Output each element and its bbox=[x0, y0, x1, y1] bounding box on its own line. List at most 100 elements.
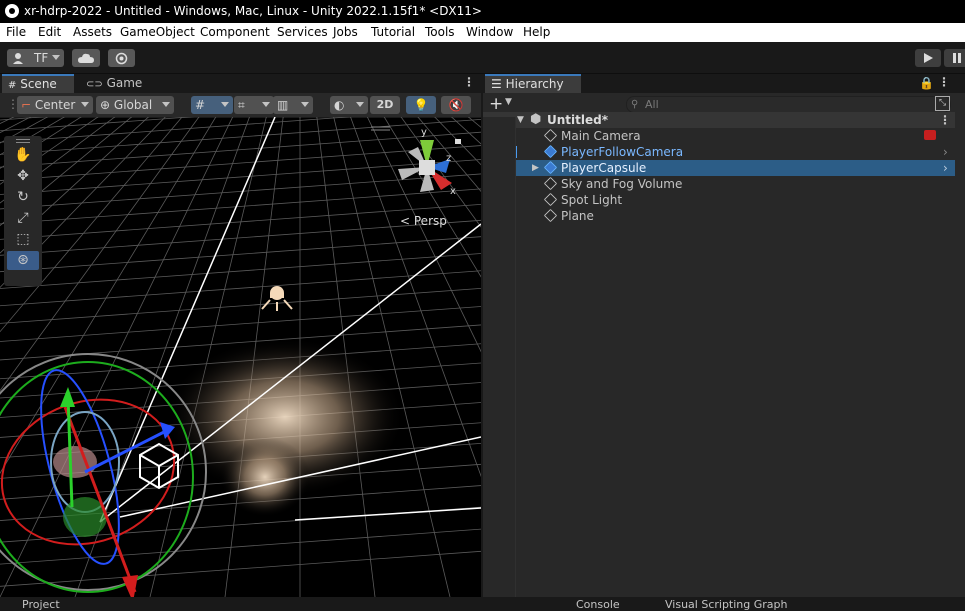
draw-mode-dropdown[interactable]: ◐ bbox=[330, 96, 368, 114]
tab-scene-label: Scene bbox=[20, 77, 57, 91]
gameobject-cube-icon bbox=[543, 192, 558, 207]
window-title: xr-hdrp-2022 - Untitled - Windows, Mac, … bbox=[24, 4, 482, 18]
hierarchy-item-spot-light[interactable]: Spot Light bbox=[483, 192, 955, 208]
transform-tool-icon[interactable]: ⊛ bbox=[7, 251, 39, 270]
more-options-icon[interactable]: ⋮ bbox=[463, 75, 475, 89]
tab-console[interactable]: Console bbox=[576, 598, 620, 611]
increment-snap-dropdown[interactable]: ⌗ bbox=[234, 96, 274, 114]
account-icon bbox=[13, 53, 23, 64]
scene-toolbar: ⋮ ⌐ Center ⊕ Global # ⌗ ▥ ◐ 2D 💡 🔇 bbox=[0, 93, 481, 118]
palette-handle[interactable] bbox=[16, 139, 30, 143]
hierarchy-item-label: Spot Light bbox=[561, 193, 623, 207]
play-icon bbox=[924, 53, 933, 63]
chevron-down-icon bbox=[356, 102, 364, 107]
tab-visual-scripting-graph[interactable]: Visual Scripting Graph bbox=[665, 598, 788, 611]
menu-tools[interactable]: Tools bbox=[425, 25, 455, 39]
expand-arrow-icon[interactable]: ▼ bbox=[517, 112, 524, 128]
pause-button[interactable] bbox=[944, 49, 965, 67]
axis-label-z: z bbox=[446, 153, 451, 164]
chevron-right-icon[interactable]: › bbox=[943, 160, 948, 176]
pivot-rotation-dropdown[interactable]: ⊕ Global bbox=[96, 96, 174, 114]
chevron-down-icon bbox=[301, 102, 309, 107]
chevron-right-icon[interactable]: › bbox=[943, 144, 948, 160]
menu-tutorial[interactable]: Tutorial bbox=[371, 25, 415, 39]
hierarchy-item-label: Sky and Fog Volume bbox=[561, 177, 683, 191]
grid-visibility-dropdown[interactable]: ▥ bbox=[273, 96, 313, 114]
main-toolbar: TF bbox=[0, 42, 965, 74]
rotate-tool-icon[interactable]: ↻ bbox=[7, 188, 39, 207]
list-icon: ☰ bbox=[491, 77, 502, 91]
hierarchy-search-input[interactable]: ⚲ All bbox=[626, 96, 951, 113]
hierarchy-scrollbar[interactable] bbox=[955, 117, 965, 597]
menu-edit[interactable]: Edit bbox=[38, 25, 61, 39]
lock-icon[interactable] bbox=[455, 139, 461, 144]
hierarchy-tab-bar: ☰ Hierarchy 🔒 ⋮ bbox=[483, 74, 965, 93]
hierarchy-item-player-capsule[interactable]: ▶ PlayerCapsule › bbox=[483, 160, 955, 176]
view-mode-label: Persp bbox=[414, 214, 447, 228]
tab-game-label: Game bbox=[106, 76, 143, 90]
hierarchy-gutter bbox=[483, 117, 516, 597]
grid-snap-dropdown[interactable]: # bbox=[191, 96, 233, 114]
account-dropdown[interactable]: TF bbox=[7, 49, 64, 67]
hierarchy-item-label: Main Camera bbox=[561, 129, 641, 143]
menu-help[interactable]: Help bbox=[523, 25, 550, 39]
play-button[interactable] bbox=[915, 49, 941, 67]
audio-mute-icon: 🔇 bbox=[448, 98, 464, 112]
prefab-cube-icon bbox=[543, 144, 558, 159]
grid-icon: # bbox=[8, 80, 17, 91]
lighting-toggle-button[interactable]: 💡 bbox=[406, 96, 436, 114]
cloud-icon bbox=[78, 53, 94, 63]
menu-component[interactable]: Component bbox=[200, 25, 270, 39]
scene-root-row[interactable]: ▼ ⬢ Untitled* ⋮ bbox=[483, 112, 955, 128]
toggle-2d-button[interactable]: 2D bbox=[370, 96, 400, 114]
menu-jobs[interactable]: Jobs bbox=[333, 25, 358, 39]
tab-hierarchy-label: Hierarchy bbox=[505, 77, 564, 91]
rect-tool-icon[interactable]: ⬚ bbox=[7, 230, 39, 249]
gamepad-icon: ⊂⊃ bbox=[86, 79, 103, 90]
more-options-icon[interactable]: ⋮ bbox=[939, 112, 951, 128]
hierarchy-item-player-follow-camera[interactable]: PlayerFollowCamera › bbox=[483, 144, 955, 160]
account-label: TF bbox=[34, 51, 49, 65]
grid-visibility-icon: ▥ bbox=[277, 98, 289, 112]
hierarchy-item-sky-fog-volume[interactable]: Sky and Fog Volume bbox=[483, 176, 955, 192]
chevron-down-icon bbox=[221, 102, 229, 107]
pause-icon bbox=[953, 53, 961, 63]
menu-gameobject[interactable]: GameObject bbox=[120, 25, 195, 39]
hierarchy-item-plane[interactable]: Plane bbox=[483, 208, 955, 224]
tab-scene[interactable]: # Scene bbox=[2, 74, 74, 93]
lock-icon[interactable]: 🔒 bbox=[919, 76, 934, 90]
tab-project[interactable]: Project bbox=[22, 598, 60, 611]
menu-file[interactable]: File bbox=[6, 25, 26, 39]
menu-window[interactable]: Window bbox=[466, 25, 513, 39]
gameobject-cube-icon bbox=[543, 176, 558, 191]
hierarchy-item-label: PlayerFollowCamera bbox=[561, 145, 684, 159]
scene-viewport[interactable]: y z x < Persp bbox=[0, 117, 481, 597]
cloud-button[interactable] bbox=[72, 49, 100, 67]
chevron-down-icon[interactable]: ▼ bbox=[505, 97, 512, 107]
scene-visibility-icon[interactable]: ⤡ bbox=[935, 96, 950, 111]
collab-button[interactable] bbox=[108, 49, 135, 67]
scale-tool-icon[interactable]: ⤢ bbox=[7, 209, 39, 228]
perspective-toggle[interactable]: < Persp bbox=[400, 214, 447, 228]
pivot-mode-dropdown[interactable]: ⌐ Center bbox=[17, 96, 93, 114]
audio-toggle-button[interactable]: 🔇 bbox=[441, 96, 471, 114]
more-options-icon[interactable]: ⋮ bbox=[938, 75, 950, 89]
move-tool-icon[interactable]: ✥ bbox=[7, 167, 39, 186]
pivot-rotation-label: Global bbox=[113, 98, 153, 112]
scene-name: Untitled* bbox=[547, 113, 608, 127]
hierarchy-item-main-camera[interactable]: Main Camera bbox=[483, 128, 955, 144]
menu-services[interactable]: Services bbox=[277, 25, 328, 39]
camera-warning-icon bbox=[924, 130, 936, 140]
gameobject-cube-icon bbox=[543, 128, 558, 143]
hand-tool-icon[interactable]: ✋ bbox=[7, 146, 39, 165]
menu-assets[interactable]: Assets bbox=[73, 25, 112, 39]
tab-hierarchy[interactable]: ☰ Hierarchy bbox=[485, 74, 581, 93]
expand-arrow-icon[interactable]: ▶ bbox=[532, 160, 539, 176]
tab-game[interactable]: ⊂⊃ Game bbox=[80, 74, 148, 93]
shading-sphere-icon: ◐ bbox=[334, 98, 345, 112]
add-object-button[interactable]: + bbox=[489, 94, 503, 114]
globe-icon: ⊕ bbox=[100, 98, 111, 112]
prefab-cube-icon bbox=[543, 160, 558, 175]
chevron-down-icon bbox=[52, 55, 60, 60]
scene-tab-bar: # Scene ⊂⊃ Game ⋮ bbox=[0, 74, 481, 93]
